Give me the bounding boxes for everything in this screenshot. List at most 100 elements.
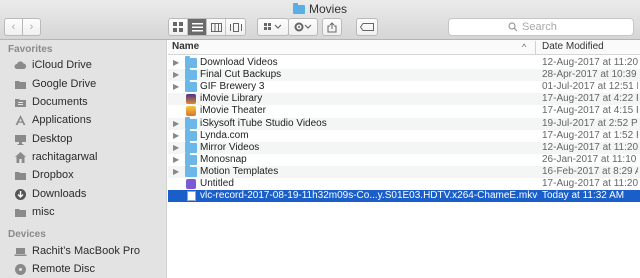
search-input[interactable] — [522, 21, 574, 33]
file-name: iSkysoft iTube Studio Videos — [200, 117, 327, 129]
folder-icon — [185, 56, 197, 68]
file-name: Motion Templates — [200, 165, 279, 177]
file-date-modified: Today at 11:32 AM — [542, 190, 625, 202]
sidebar-item-dropbox[interactable]: Dropbox — [14, 166, 164, 184]
column-header-date-modified[interactable]: Date Modified — [542, 41, 604, 52]
file-list: Name ^ Date Modified ▶ Download Videos 12-… — [168, 40, 640, 278]
sidebar-section-favorites: Favorites — [8, 44, 53, 55]
untitled-package-icon — [186, 179, 196, 189]
folder-icon — [15, 208, 26, 217]
file-date-modified: 01-Jul-2017 at 12:51 PM — [542, 81, 638, 93]
window-title: Movies — [0, 2, 640, 16]
sidebar-item-icloud-drive[interactable]: iCloud Drive — [14, 56, 164, 74]
disclosure-triangle-icon[interactable]: ▶ — [173, 131, 179, 140]
sidebar-item-home[interactable]: rachitagarwal — [14, 148, 164, 166]
sidebar-item-downloads[interactable]: Downloads — [14, 185, 164, 203]
forward-button[interactable]: › — [22, 18, 41, 36]
file-date-modified: 17-Aug-2017 at 4:22 PM — [542, 93, 638, 105]
disclosure-triangle-icon[interactable]: ▶ — [173, 58, 179, 67]
icon-view-button[interactable] — [169, 19, 188, 35]
window-title-text: Movies — [308, 2, 347, 16]
disclosure-triangle-icon[interactable]: ▶ — [173, 143, 179, 152]
file-date-modified: 17-Aug-2017 at 11:20 AM — [542, 178, 638, 189]
file-name: iMovie Library — [200, 93, 263, 105]
list-item[interactable]: ▶ Mirror Videos 12-Aug-2017 at 11:20 AM — [168, 140, 640, 154]
folder-icon — [15, 171, 26, 180]
sidebar-item-label: Documents — [32, 96, 88, 108]
disclosure-triangle-icon[interactable]: ▶ — [173, 167, 179, 176]
sidebar-item-google-drive[interactable]: Google Drive — [14, 75, 164, 93]
file-name: iMovie Theater — [200, 105, 266, 117]
list-item[interactable]: ▶ Final Cut Backups 28-Apr-2017 at 10:39 P… — [168, 68, 640, 82]
share-icon — [327, 21, 337, 32]
list-item[interactable]: iMovie Library 17-Aug-2017 at 4:22 PM — [168, 93, 640, 106]
file-name: Monosnap — [200, 153, 247, 165]
list-item[interactable]: ▶ GIF Brewery 3 01-Jul-2017 at 12:51 PM — [168, 80, 640, 93]
list-item[interactable]: ▶ Lynda.com 17-Aug-2017 at 1:52 PM — [168, 128, 640, 142]
sidebar-item-label: Dropbox — [32, 169, 74, 181]
sidebar-item-applications[interactable]: Applications — [14, 111, 164, 129]
folder-icon — [185, 140, 197, 153]
sidebar-item-label: Desktop — [32, 133, 73, 145]
sidebar-item-label: Rachit’s MacBook Pro — [32, 245, 141, 257]
sidebar-item-misc[interactable]: misc — [14, 203, 164, 221]
sidebar-item-label: Google Drive — [32, 78, 97, 90]
disclosure-triangle-icon[interactable]: ▶ — [173, 70, 179, 79]
disclosure-triangle-icon[interactable]: ▶ — [173, 82, 179, 91]
cover-flow-icon — [229, 22, 242, 32]
search-field[interactable] — [448, 18, 634, 36]
list-header: Name ^ Date Modified — [168, 40, 640, 55]
action-menu-button[interactable] — [288, 18, 318, 36]
sidebar-item-label: misc — [32, 206, 55, 218]
file-name: Download Videos — [200, 57, 278, 68]
list-item[interactable]: ▶ Download Videos 12-Aug-2017 at 11:20 AM — [168, 56, 640, 69]
sidebar-item-label: Downloads — [32, 188, 87, 200]
folder-icon — [15, 80, 26, 89]
chevron-right-icon: › — [29, 21, 34, 33]
sidebar-item-macbook[interactable]: Rachit’s MacBook Pro — [14, 242, 164, 260]
column-divider[interactable] — [535, 41, 536, 54]
view-mode-control — [168, 18, 246, 36]
arrange-button[interactable] — [257, 18, 289, 36]
file-date-modified: 16-Feb-2017 at 8:29 AM — [542, 165, 638, 177]
file-name: Lynda.com — [200, 129, 249, 141]
sidebar-item-desktop[interactable]: Desktop — [14, 130, 164, 148]
video-file-icon — [187, 191, 196, 202]
column-header-name[interactable]: Name — [172, 41, 199, 52]
tag-button[interactable] — [356, 18, 378, 36]
list-item[interactable]: vlc-record-2017-08-19-11h32m09s-Co...y.S… — [168, 190, 640, 203]
folder-icon — [185, 128, 197, 141]
list-item[interactable]: ▶ Monosnap 26-Jan-2017 at 11:10 PM — [168, 152, 640, 166]
desktop-icon — [15, 134, 26, 145]
folder-icon — [292, 2, 305, 14]
documents-icon — [15, 98, 26, 107]
file-name: Untitled — [200, 178, 234, 189]
list-item[interactable]: ▶ iSkysoft iTube Studio Videos 19-Jul-2017… — [168, 116, 640, 130]
sidebar-item-remote-disc[interactable]: Remote Disc — [14, 260, 164, 278]
sidebar-item-label: iCloud Drive — [32, 59, 92, 71]
back-button[interactable]: ‹ — [4, 18, 23, 36]
file-date-modified: 26-Jan-2017 at 11:10 PM — [542, 153, 638, 165]
finder-window: Movies ‹ › Search Favorites iCloud Drive… — [0, 0, 640, 278]
column-view-button[interactable] — [207, 19, 226, 35]
list-item[interactable]: iMovie Theater 17-Aug-2017 at 4:15 PM — [168, 105, 640, 117]
share-button[interactable] — [322, 18, 342, 36]
cover-flow-button[interactable] — [226, 19, 245, 35]
file-date-modified: 19-Jul-2017 at 2:52 PM — [542, 117, 638, 129]
sidebar: Favorites iCloud Drive Google Drive Docu… — [0, 40, 167, 278]
disclosure-triangle-icon[interactable]: ▶ — [173, 155, 179, 164]
toolbar: Movies ‹ › — [0, 0, 640, 40]
gear-icon — [294, 22, 312, 32]
disclosure-triangle-icon[interactable]: ▶ — [173, 119, 179, 128]
imovie-theater-icon — [186, 106, 196, 117]
file-date-modified: 17-Aug-2017 at 1:52 PM — [542, 129, 638, 141]
sidebar-item-label: rachitagarwal — [32, 151, 98, 163]
list-item[interactable]: Untitled 17-Aug-2017 at 11:20 AM — [168, 178, 640, 190]
sidebar-item-documents[interactable]: Documents — [14, 93, 164, 111]
list-item[interactable]: ▶ Motion Templates 16-Feb-2017 at 8:29 AM — [168, 164, 640, 178]
list-view-button[interactable] — [188, 19, 207, 35]
disc-icon — [15, 263, 26, 275]
file-name: vlc-record-2017-08-19-11h32m09s-Co...y.S… — [200, 190, 538, 202]
imovie-library-icon — [186, 94, 196, 105]
sidebar-section-devices: Devices — [8, 229, 46, 240]
